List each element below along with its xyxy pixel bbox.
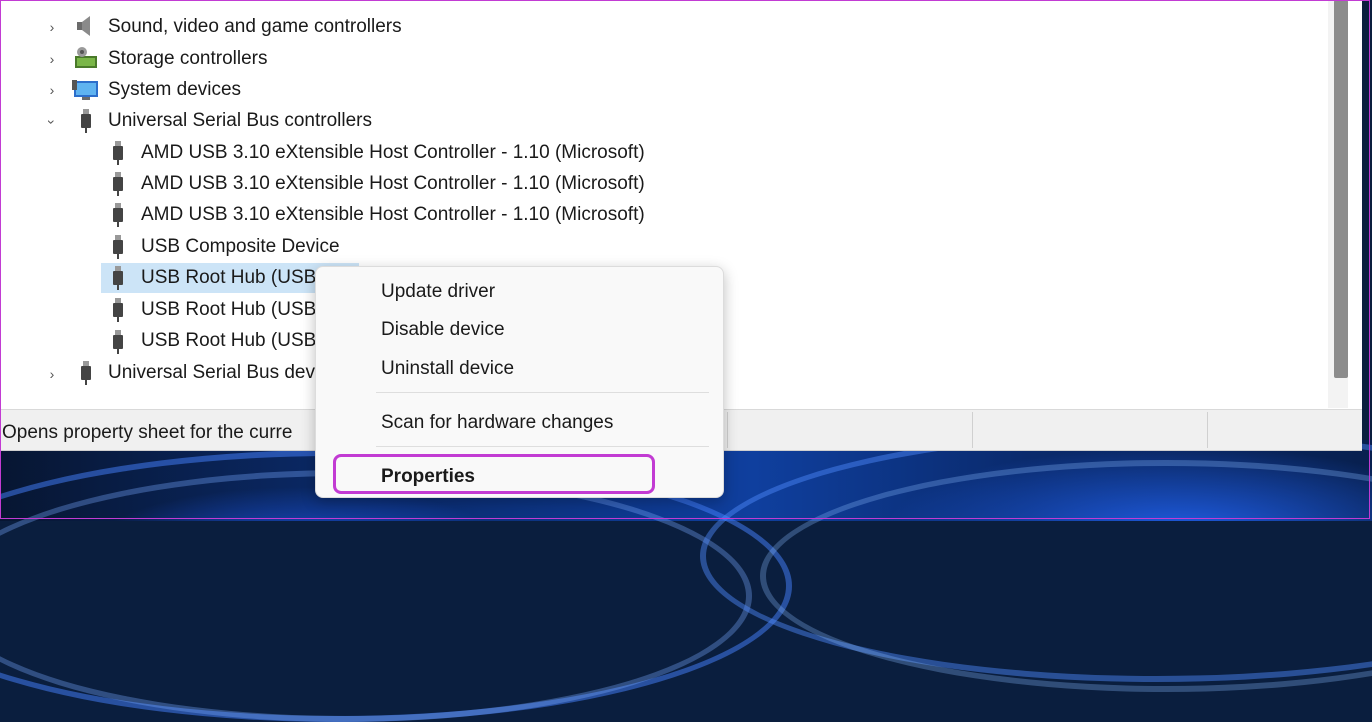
tree-row-cropped: Software devices bbox=[108, 0, 253, 10]
speaker-icon bbox=[77, 16, 90, 36]
menu-separator bbox=[376, 446, 709, 447]
usb-plug-icon bbox=[113, 266, 123, 290]
device-label: USB Root Hub (USB bbox=[141, 299, 317, 320]
device-label: AMD USB 3.10 eXtensible Host Controller … bbox=[141, 142, 645, 163]
chevron-right-icon[interactable]: › bbox=[45, 82, 59, 98]
tree-item-usb-device[interactable]: AMD USB 3.10 eXtensible Host Controller … bbox=[141, 200, 645, 230]
tree-item-usb-device[interactable]: AMD USB 3.10 eXtensible Host Controller … bbox=[141, 169, 645, 199]
device-label: AMD USB 3.10 eXtensible Host Controller … bbox=[141, 204, 645, 225]
category-label: Storage controllers bbox=[108, 48, 268, 69]
tree-category-sound[interactable]: Sound, video and game controllers bbox=[108, 12, 402, 42]
usb-plug-icon bbox=[113, 203, 123, 227]
tree-item-usb-device[interactable]: AMD USB 3.10 eXtensible Host Controller … bbox=[141, 138, 645, 168]
menu-item-properties[interactable]: Properties bbox=[381, 466, 475, 488]
menu-separator bbox=[376, 392, 709, 393]
device-label: USB Root Hub (USB bbox=[141, 330, 317, 351]
usb-plug-icon bbox=[113, 172, 123, 196]
category-label: System devices bbox=[108, 79, 242, 100]
tree-item-usb-device[interactable]: USB Composite Device bbox=[141, 232, 340, 262]
chevron-right-icon[interactable]: › bbox=[45, 366, 59, 382]
tree-category-usb[interactable]: Universal Serial Bus controllers bbox=[108, 106, 372, 136]
category-label: Universal Serial Bus dev bbox=[108, 362, 315, 383]
storage-icon bbox=[75, 47, 97, 68]
menu-item-update-driver[interactable]: Update driver bbox=[381, 281, 495, 303]
device-label: AMD USB 3.10 eXtensible Host Controller … bbox=[141, 173, 645, 194]
usb-plug-icon bbox=[113, 298, 123, 322]
usb-plug-icon bbox=[113, 141, 123, 165]
usb-plug-icon bbox=[81, 361, 91, 385]
tree-item-usb-root-hub[interactable]: USB Root Hub (USB bbox=[141, 295, 316, 325]
chevron-right-icon[interactable]: › bbox=[45, 19, 59, 35]
status-divider bbox=[727, 412, 728, 448]
menu-item-disable-device[interactable]: Disable device bbox=[381, 319, 505, 341]
usb-plug-icon bbox=[113, 235, 123, 259]
chevron-right-icon[interactable]: › bbox=[45, 51, 59, 67]
tree-item-usb-root-hub-selected[interactable]: USB Root Hub (USB bbox=[141, 263, 316, 293]
tree-category-system[interactable]: System devices bbox=[108, 75, 241, 105]
scrollbar-thumb[interactable] bbox=[1334, 0, 1348, 378]
monitor-icon bbox=[72, 80, 98, 100]
device-label: USB Composite Device bbox=[141, 236, 340, 257]
menu-item-uninstall-device[interactable]: Uninstall device bbox=[381, 358, 514, 380]
usb-plug-icon bbox=[113, 330, 123, 354]
usb-plug-icon bbox=[81, 109, 91, 133]
category-label: Sound, video and game controllers bbox=[108, 16, 402, 37]
tree-category-storage[interactable]: Storage controllers bbox=[108, 44, 267, 74]
category-label: Universal Serial Bus controllers bbox=[108, 110, 372, 131]
menu-item-scan-hardware[interactable]: Scan for hardware changes bbox=[381, 412, 613, 434]
chevron-down-icon[interactable]: › bbox=[44, 115, 60, 129]
device-label: USB Root Hub (USB bbox=[141, 267, 317, 288]
status-divider bbox=[1207, 412, 1208, 448]
status-text: Opens property sheet for the curre bbox=[2, 422, 293, 443]
tree-category-usb-devices[interactable]: Universal Serial Bus dev bbox=[108, 358, 315, 388]
tree-item-usb-root-hub[interactable]: USB Root Hub (USB bbox=[141, 326, 316, 356]
status-divider bbox=[972, 412, 973, 448]
context-menu: Update driver Disable device Uninstall d… bbox=[315, 266, 724, 498]
